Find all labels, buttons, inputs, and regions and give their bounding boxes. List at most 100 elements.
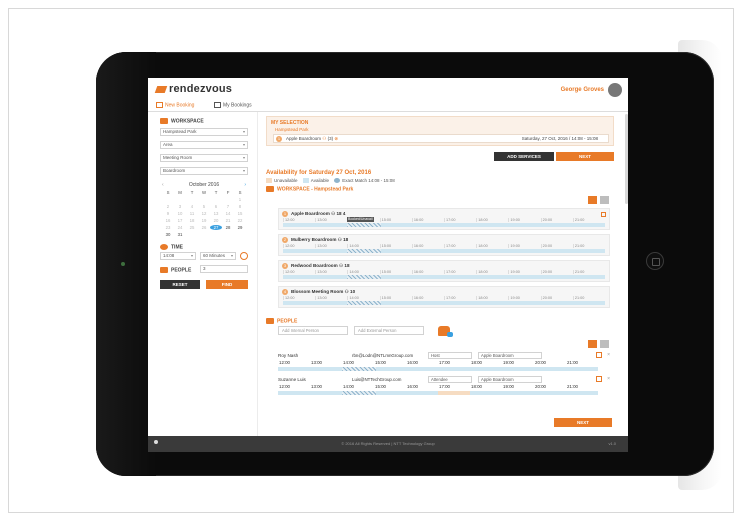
grid-view-toggle[interactable]	[588, 196, 597, 204]
time-slot-label: 21:00	[567, 360, 578, 365]
find-button[interactable]: FIND	[206, 280, 248, 289]
calendar-day[interactable]: 10	[174, 211, 186, 216]
room-row[interactable]: 3 Redwood Boardroom ⚇ 18 12:00 13:00 14:00 15…	[278, 260, 610, 282]
calendar-day[interactable]: 18	[186, 218, 198, 223]
grid-view-toggle[interactable]	[588, 340, 597, 348]
calendar-day[interactable]: 25	[186, 225, 198, 230]
add-services-button[interactable]: ADD SERVICES	[494, 152, 554, 161]
calendar-day[interactable]: 1	[234, 197, 246, 202]
people-count-input[interactable]: 3	[200, 265, 248, 273]
person-room-select[interactable]: Apple Boardroom	[478, 352, 542, 359]
time-slot-label: 18:00	[476, 218, 508, 222]
calendar-day[interactable]: 28	[222, 225, 234, 230]
location-select[interactable]: Hampstead Park ▾	[160, 128, 248, 136]
prev-month-icon[interactable]: ‹	[162, 182, 164, 188]
tab-new-booking[interactable]: New Booking	[156, 102, 194, 108]
calendar-day[interactable]: 22	[234, 218, 246, 223]
calendar-day[interactable]: 3	[174, 204, 186, 209]
person-name[interactable]: Suzanne Luis	[278, 377, 306, 382]
calendar-day[interactable]: 24	[174, 225, 186, 230]
room-number-badge: 2	[282, 237, 288, 243]
calendar-day[interactable]: 8	[234, 204, 246, 209]
calendar-day[interactable]: 19	[198, 218, 210, 223]
exact-match-slot[interactable]	[347, 249, 381, 253]
calendar-day[interactable]: 13	[210, 211, 222, 216]
capacity-icon: ⚇	[337, 237, 342, 242]
time-slot-label: 18:00	[471, 360, 482, 365]
calendar-day[interactable]: 12	[198, 211, 210, 216]
remove-person-icon[interactable]: ×	[607, 352, 610, 358]
person-name[interactable]: Roy Nash	[278, 353, 298, 358]
person-availability-bar[interactable]	[278, 367, 598, 371]
calendar-day[interactable]: 6	[210, 204, 222, 209]
calendar-day[interactable]: 30	[162, 232, 174, 237]
remove-icon[interactable]: ⊗	[334, 136, 338, 141]
calendar-day[interactable]: 5	[198, 204, 210, 209]
room-row[interactable]: 1Apple Boardroom ⚇ 18 412:0013:0014:0015…	[278, 208, 610, 230]
next-month-icon[interactable]: ›	[244, 182, 246, 188]
next-button-bottom[interactable]: NEXT	[554, 418, 612, 427]
next-button-top[interactable]: NEXT	[556, 152, 614, 161]
exact-match-slot[interactable]	[347, 223, 381, 227]
room-select[interactable]: Boardroom ▾	[160, 167, 248, 175]
add-internal-input[interactable]: Add Internal Person	[278, 326, 348, 335]
exact-match-slot[interactable]	[347, 275, 381, 279]
area-select[interactable]: Area ▾	[160, 141, 248, 149]
calendar-day[interactable]: 2	[162, 204, 174, 209]
avatar[interactable]	[608, 83, 622, 97]
availability-bar[interactable]	[283, 249, 605, 253]
calendar-day[interactable]: 14	[222, 211, 234, 216]
room-row[interactable]: 2 Mulberry Boardroom ⚇ 18 12:00 13:00 14:00 1…	[278, 234, 610, 256]
calendar-day[interactable]: 11	[186, 211, 198, 216]
time-slot-label: 19:00	[508, 218, 540, 222]
user-name[interactable]: George Groves	[561, 87, 604, 93]
calendar-day[interactable]: 15	[234, 211, 246, 216]
scrollbar[interactable]	[625, 114, 628, 204]
time-slot-label: 16:00	[411, 296, 444, 300]
calendar-day[interactable]: 31	[174, 232, 186, 237]
add-person-icon[interactable]	[438, 326, 453, 337]
person-checkbox[interactable]	[596, 352, 602, 358]
tab-my-bookings[interactable]: My Bookings	[214, 102, 252, 108]
person-room-select[interactable]: Apple Boardroom	[478, 376, 542, 383]
calendar-day[interactable]: 21	[222, 218, 234, 223]
calendar-day[interactable]: 27	[210, 225, 222, 230]
calendar-day[interactable]: 9	[162, 211, 174, 216]
calendar-empty	[162, 197, 174, 202]
duration-select[interactable]: 60 Minutes ▾	[200, 252, 236, 260]
unavailable-slot	[438, 391, 470, 395]
calendar-day[interactable]: 4	[186, 204, 198, 209]
calendar-day[interactable]: 17	[174, 218, 186, 223]
tab-label: My Bookings	[223, 102, 252, 109]
availability-bar[interactable]	[283, 301, 605, 305]
remove-person-icon[interactable]: ×	[607, 376, 610, 382]
availability-bar[interactable]	[283, 223, 605, 227]
capacity-icon: ⚇	[338, 263, 344, 268]
calendar-day[interactable]: 7	[222, 204, 234, 209]
reset-button[interactable]: RESET	[160, 280, 200, 289]
calendar-day[interactable]: 29	[234, 225, 246, 230]
selected-checkbox[interactable]	[601, 212, 606, 217]
tab-bar: New Booking My Bookings	[148, 100, 628, 112]
app-logo[interactable]: rendezvous	[154, 83, 232, 95]
room-number-badge: 1	[282, 211, 288, 217]
list-view-toggle[interactable]	[600, 196, 609, 204]
exact-match-slot[interactable]	[342, 391, 376, 395]
calendar-day[interactable]: 16	[162, 218, 174, 223]
time-start-select[interactable]: 14:08 ▾	[160, 252, 196, 260]
person-checkbox[interactable]	[596, 376, 602, 382]
exact-match-slot[interactable]	[342, 367, 376, 371]
exact-match-slot[interactable]	[347, 301, 381, 305]
refresh-icon[interactable]	[240, 252, 248, 260]
list-view-toggle[interactable]	[600, 340, 609, 348]
availability-bar[interactable]	[283, 275, 605, 279]
room-type-select[interactable]: Meeting Room ▾	[160, 154, 248, 162]
calendar-day[interactable]: 20	[210, 218, 222, 223]
room-row[interactable]: 4 Blossom Meeting Room ⚇ 10 12:00 13:00 14:0…	[278, 286, 610, 308]
role-select[interactable]: Host	[428, 352, 472, 359]
add-external-input[interactable]: Add External Person	[354, 326, 424, 335]
home-button[interactable]	[646, 252, 664, 270]
calendar-day[interactable]: 26	[198, 225, 210, 230]
calendar-day[interactable]: 23	[162, 225, 174, 230]
role-select[interactable]: Attendee	[428, 376, 472, 383]
